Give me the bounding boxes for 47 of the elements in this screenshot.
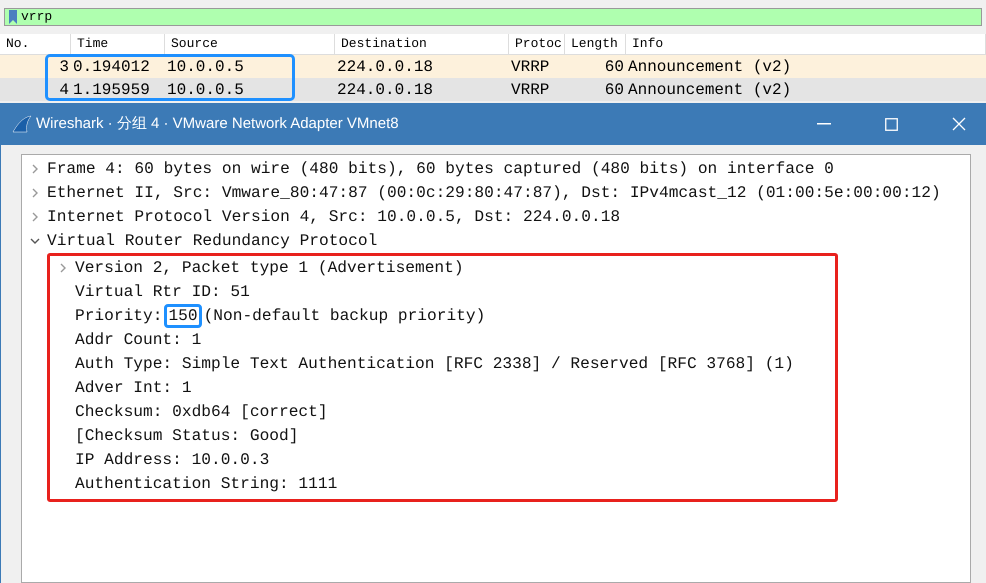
column-header[interactable]: Protoc [509,34,565,54]
table-cell-text: 1.195959 [72,80,151,100]
maximize-icon[interactable] [885,118,898,130]
tree-item-text[interactable]: Authentication String: 1111 [75,472,338,496]
tree-item-text[interactable]: Internet Protocol Version 4, Src: 10.0.0.5, Dst: 224.0.0.18 [47,204,620,230]
table-cell-text: 60 [604,56,625,78]
tree-item-text[interactable]: Checksum: 0xdb64 [correct] [75,400,328,424]
table-cell-text: 60 [604,80,625,100]
close-icon[interactable] [952,117,966,131]
column-header[interactable]: Source [165,34,335,54]
table-cell-text: 10.0.0.5 [166,56,245,78]
column-header[interactable]: Info [626,34,986,54]
column-header[interactable]: Length [565,34,626,54]
tree-item-text[interactable]: Virtual Rtr ID: 51 [75,280,250,304]
table-cell-text: VRRP [510,80,550,100]
tree-item-text[interactable]: Version 2, Packet type 1 (Advertisement) [75,256,464,280]
table-cell-text: VRRP [510,56,550,78]
tree-item-text[interactable]: Virtual Router Redundancy Protocol [47,228,378,254]
highlighted-value: 150 [164,304,202,328]
column-header[interactable]: Destination [335,34,509,54]
tree-item-text[interactable]: Ethernet II, Src: Vmware_80:47:87 (00:0c:29:80:47:87), Dst: IPv4mcast_12 (01:00:5e:00:00:12) [47,180,941,206]
filter-text: vrrp [21,8,52,26]
table-cell-text: Announcement (v2) [627,80,792,100]
column-header[interactable]: Time [71,34,165,54]
fin-icon [12,115,32,133]
tree-item-text[interactable]: Auth Type: Simple Text Authentication [RFC 2338] / Reserved [RFC 3768] (1) [75,352,794,376]
minimize-icon[interactable] [817,123,831,125]
window-title: Wireshark · 分组 4 · VMware Network Adapter VMnet8 [36,114,399,134]
table-cell-text: 4 [58,80,70,100]
table-cell-text: 10.0.0.5 [166,80,245,100]
tree-item-text[interactable]: Adver Int: 1 [75,376,192,400]
tree-item-text[interactable]: Priority: [75,304,162,328]
column-header[interactable]: No. [0,34,71,54]
packet-row[interactable]: 3 0.194012 10.0.0.5 224.0.0.18 VRRP 60 Announcement (v2) [0,55,986,78]
table-cell-text: Announcement (v2) [627,56,792,78]
table-cell-text: 224.0.0.18 [336,56,434,78]
tree-item-note: (Non-default backup priority) [204,306,486,327]
bookmark-icon[interactable] [8,10,18,24]
table-cell-text: 224.0.0.18 [336,80,434,100]
tree-item-text[interactable]: Addr Count: 1 [75,328,202,352]
tree-item-text[interactable]: Frame 4: 60 bytes on wire (480 bits), 60 bytes captured (480 bits) on interface 0 [47,156,834,182]
packet-row[interactable]: 4 1.195959 10.0.0.5 224.0.0.18 VRRP 60 Announcement (v2) [0,78,986,101]
tree-item-text[interactable]: IP Address: 10.0.0.3 [75,448,270,472]
table-cell-text: 3 [58,56,70,78]
tree-item-text[interactable]: [Checksum Status: Good] [75,424,298,448]
table-cell-text: 0.194012 [72,56,151,78]
display-filter-field[interactable]: vrrp [4,8,982,26]
